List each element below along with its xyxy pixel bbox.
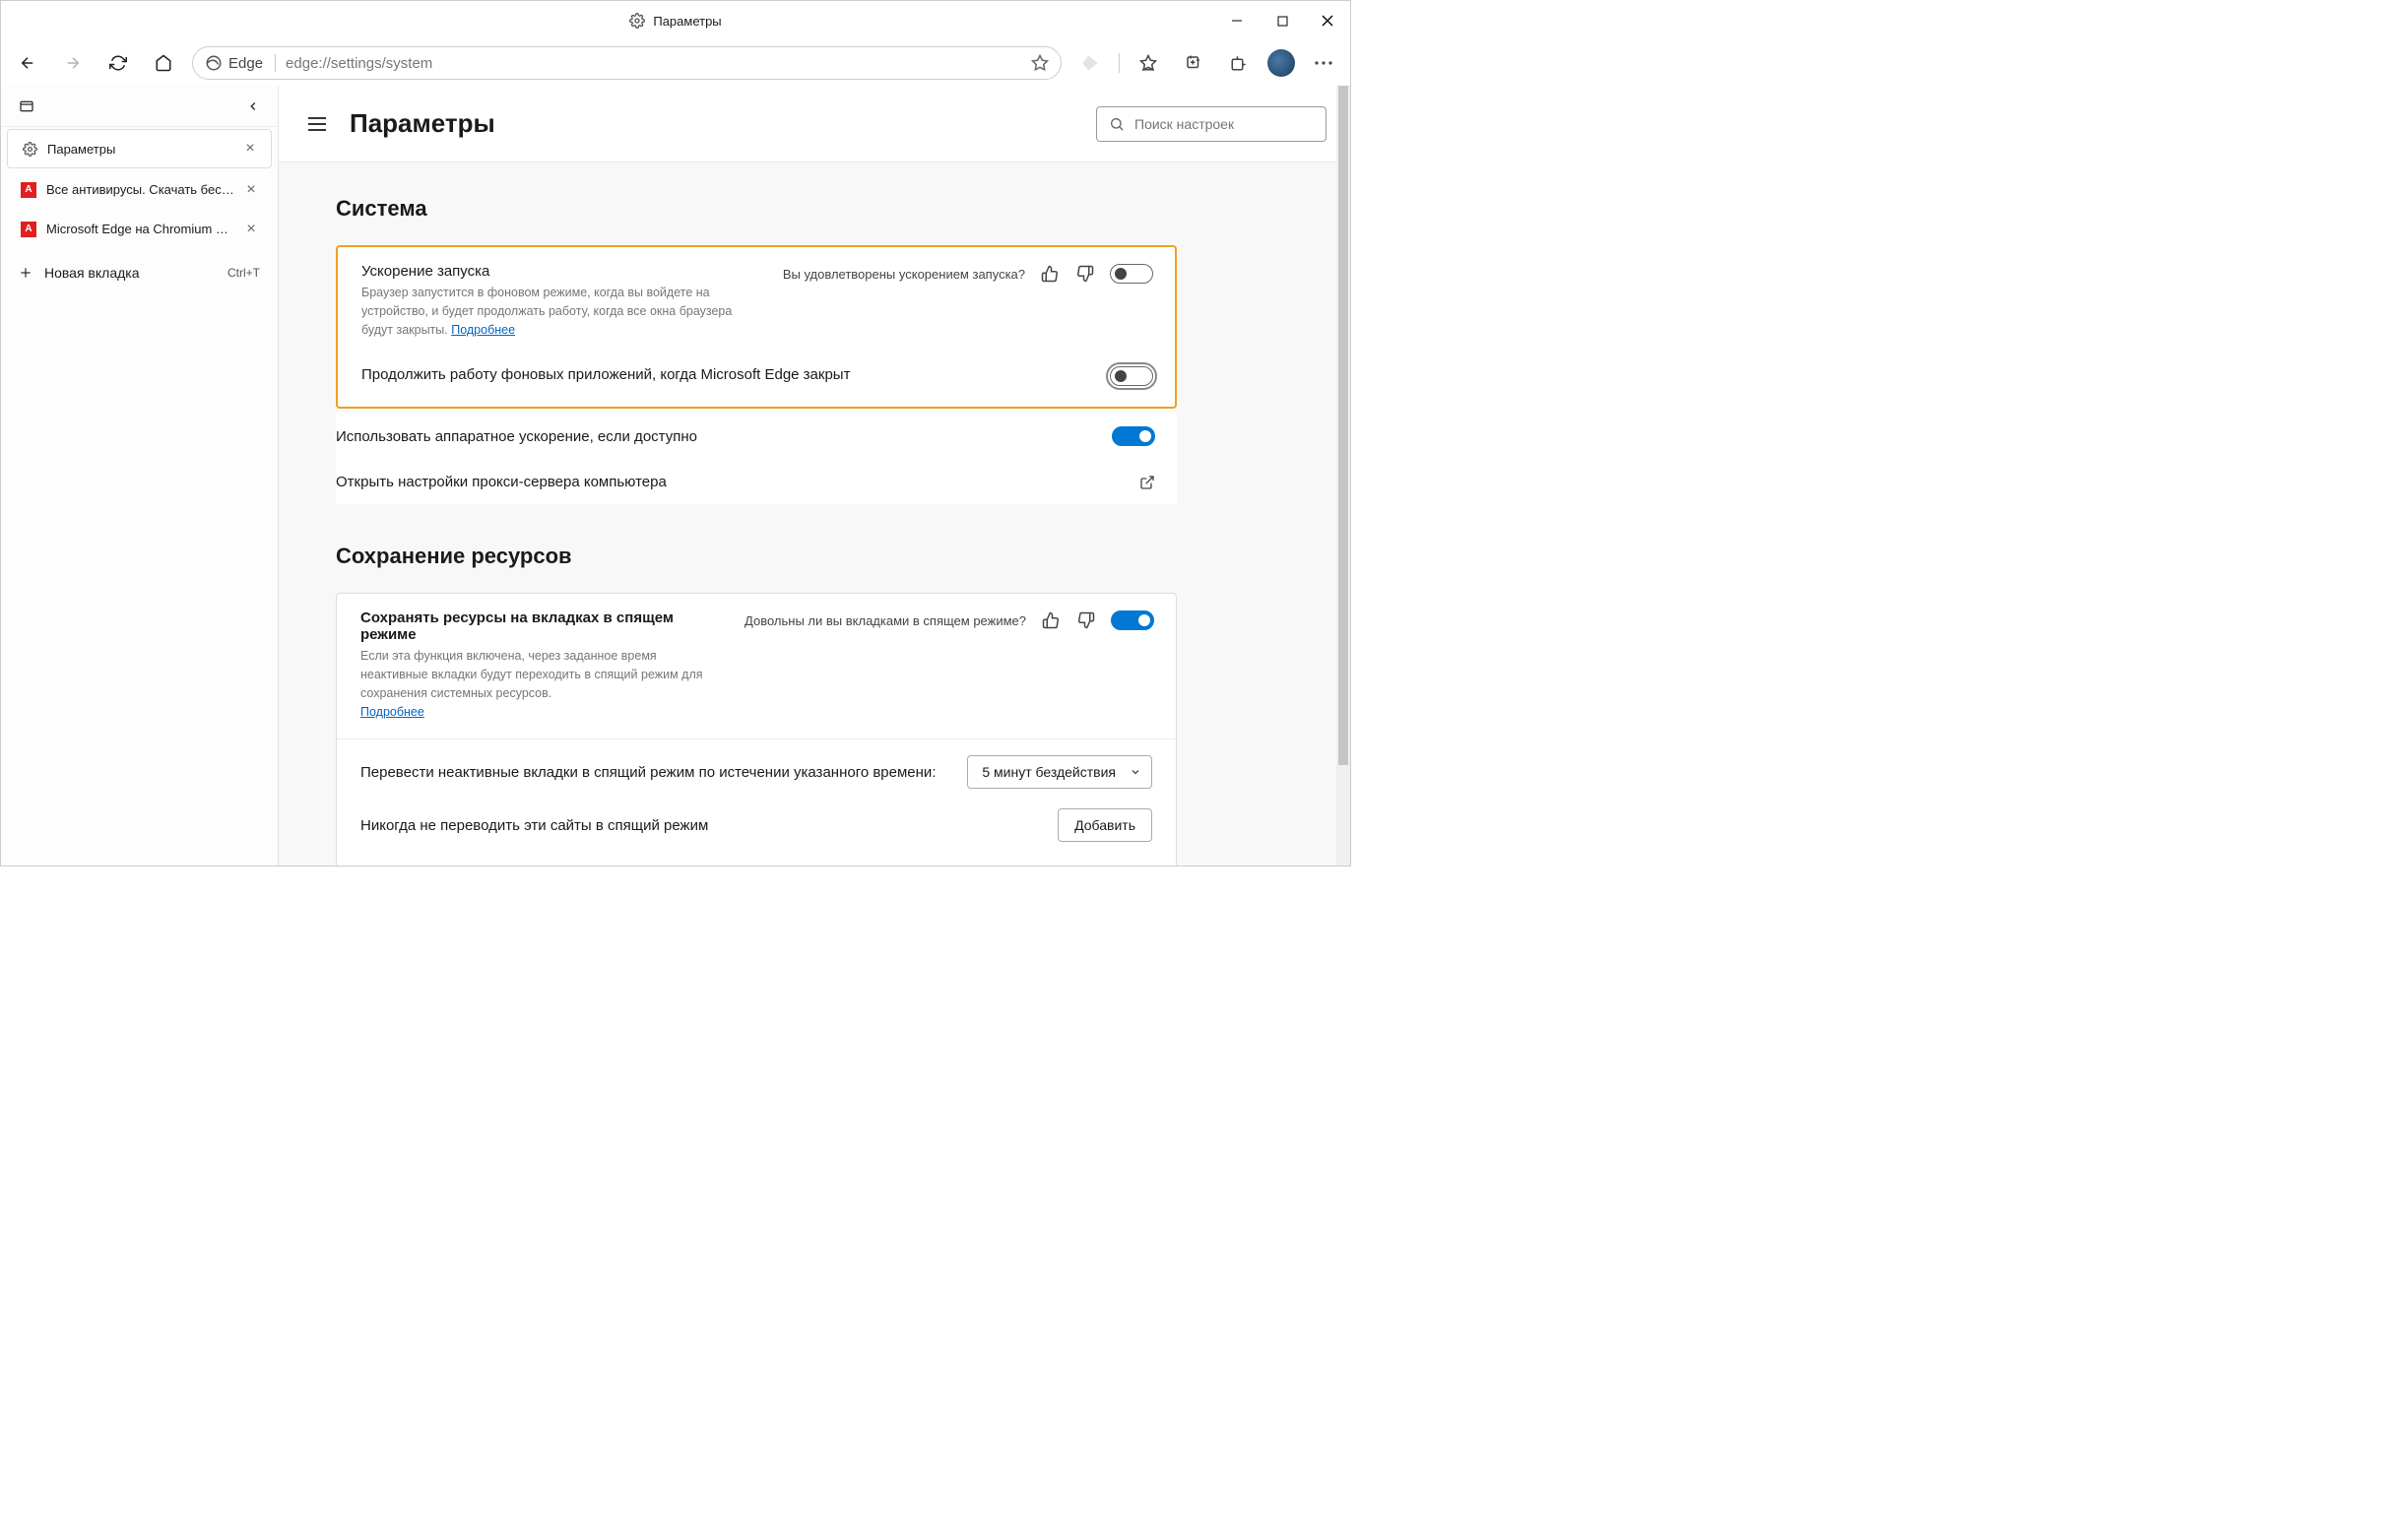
profile-avatar[interactable] bbox=[1267, 49, 1295, 77]
startup-boost-toggle[interactable] bbox=[1110, 264, 1153, 284]
vertical-tabs-sidebar: Параметры × А Все антивирусы. Скачать бе… bbox=[1, 86, 279, 866]
tab-settings[interactable]: Параметры × bbox=[7, 129, 272, 168]
sleep-tabs-card: Сохранять ресурсы на вкладках в спящем р… bbox=[336, 593, 1177, 866]
section-resources-heading: Сохранение ресурсов bbox=[336, 544, 1177, 569]
tab-edge-chromium[interactable]: А Microsoft Edge на Chromium – Н × bbox=[7, 210, 272, 249]
sleep-timeout-select[interactable]: 5 минут бездействия bbox=[967, 755, 1152, 789]
extension-icon[interactable] bbox=[1073, 46, 1107, 80]
never-sleep-label: Никогда не переводить эти сайты в спящий… bbox=[360, 817, 1040, 834]
sleep-timeout-label: Перевести неактивные вкладки в спящий ре… bbox=[360, 764, 949, 781]
close-tab-button[interactable]: × bbox=[243, 142, 257, 156]
search-input[interactable] bbox=[1134, 116, 1314, 132]
favorites-icon[interactable] bbox=[1132, 46, 1165, 80]
scrollbar[interactable] bbox=[1336, 86, 1350, 866]
hw-accel-toggle[interactable] bbox=[1112, 426, 1155, 446]
proxy-settings-label: Открыть настройки прокси-сервера компьют… bbox=[336, 474, 1122, 490]
tab-actions-icon[interactable] bbox=[19, 98, 34, 114]
sleep-tabs-learn-more-link[interactable]: Подробнее bbox=[360, 705, 424, 719]
collapse-sidebar-button[interactable] bbox=[246, 99, 260, 113]
sleep-tabs-label: Сохранять ресурсы на вкладках в спящем р… bbox=[360, 610, 727, 643]
thumbs-down-icon[interactable] bbox=[1075, 610, 1097, 631]
startup-boost-desc: Браузер запустится в фоновом режиме, ког… bbox=[361, 284, 765, 339]
settings-content: Параметры Система Ускорение запуска bbox=[279, 86, 1350, 866]
never-sleep-empty: Сайты не добавлены bbox=[337, 858, 1176, 866]
favicon-icon: А bbox=[21, 222, 36, 237]
new-tab-button[interactable]: Новая вкладка Ctrl+T bbox=[1, 253, 278, 292]
home-button[interactable] bbox=[147, 46, 180, 80]
addr-prefix-label: Edge bbox=[228, 55, 263, 72]
refresh-button[interactable] bbox=[101, 46, 135, 80]
startup-boost-feedback-question: Вы удовлетворены ускорением запуска? bbox=[783, 267, 1025, 282]
window-title: Параметры bbox=[653, 14, 721, 29]
sleep-tabs-toggle[interactable] bbox=[1111, 610, 1154, 630]
bg-apps-toggle[interactable] bbox=[1110, 366, 1153, 386]
gear-icon bbox=[22, 141, 37, 157]
close-tab-button[interactable]: × bbox=[244, 223, 258, 236]
search-icon bbox=[1109, 116, 1125, 132]
browser-toolbar: Edge edge://settings/system bbox=[1, 40, 1350, 86]
startup-boost-label: Ускорение запуска bbox=[361, 263, 765, 280]
shortcut-label: Ctrl+T bbox=[227, 266, 260, 280]
url-text: edge://settings/system bbox=[286, 55, 432, 72]
close-tab-button[interactable]: × bbox=[244, 183, 258, 197]
external-link-icon[interactable] bbox=[1139, 475, 1155, 490]
tab-label: Все антивирусы. Скачать беспл bbox=[46, 182, 234, 197]
edge-logo-icon bbox=[205, 54, 223, 72]
startup-boost-highlight: Ускорение запуска Браузер запустится в ф… bbox=[336, 245, 1177, 409]
thumbs-down-icon[interactable] bbox=[1074, 263, 1096, 285]
back-button[interactable] bbox=[11, 46, 44, 80]
extensions-icon[interactable] bbox=[1222, 46, 1256, 80]
titlebar: Параметры bbox=[1, 1, 1350, 40]
hw-accel-label: Использовать аппаратное ускорение, если … bbox=[336, 428, 1094, 445]
plus-icon bbox=[19, 266, 32, 280]
minimize-button[interactable] bbox=[1214, 1, 1260, 40]
tab-label: Microsoft Edge на Chromium – Н bbox=[46, 222, 234, 236]
address-bar[interactable]: Edge edge://settings/system bbox=[192, 46, 1062, 80]
menu-button[interactable] bbox=[1307, 46, 1340, 80]
thumbs-up-icon[interactable] bbox=[1039, 263, 1061, 285]
chevron-down-icon bbox=[1130, 766, 1141, 778]
favicon-icon: А bbox=[21, 182, 36, 198]
bg-apps-label: Продолжить работу фоновых приложений, ко… bbox=[361, 366, 1092, 383]
section-system-heading: Система bbox=[336, 196, 1177, 222]
tab-label: Параметры bbox=[47, 142, 233, 157]
maximize-button[interactable] bbox=[1260, 1, 1305, 40]
close-window-button[interactable] bbox=[1305, 1, 1350, 40]
separator bbox=[1119, 53, 1120, 73]
sleep-tabs-desc: Если эта функция включена, через заданно… bbox=[360, 647, 727, 721]
add-site-button[interactable]: Добавить bbox=[1058, 808, 1152, 842]
add-favorite-icon[interactable] bbox=[1031, 54, 1049, 72]
sleep-tabs-feedback-question: Довольны ли вы вкладками в спящем режиме… bbox=[744, 613, 1026, 628]
forward-button[interactable] bbox=[56, 46, 90, 80]
gear-icon bbox=[629, 13, 645, 29]
tab-antivirus[interactable]: А Все антивирусы. Скачать беспл × bbox=[7, 170, 272, 210]
settings-menu-button[interactable] bbox=[302, 109, 332, 139]
collections-icon[interactable] bbox=[1177, 46, 1210, 80]
thumbs-up-icon[interactable] bbox=[1040, 610, 1062, 631]
settings-title: Параметры bbox=[350, 108, 1078, 139]
startup-boost-learn-more-link[interactable]: Подробнее bbox=[451, 323, 515, 337]
new-tab-label: Новая вкладка bbox=[44, 265, 140, 281]
settings-search[interactable] bbox=[1096, 106, 1327, 142]
